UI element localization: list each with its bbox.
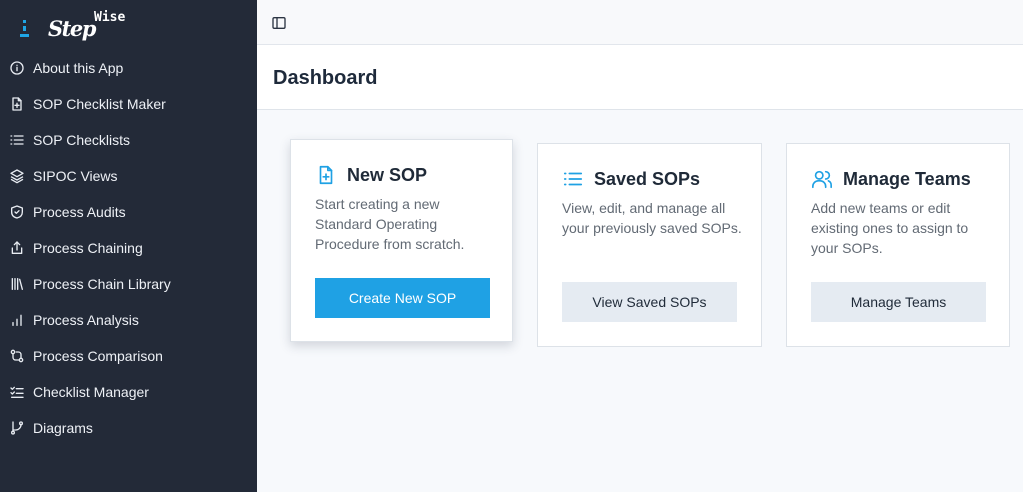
list-icon [562,168,584,190]
sidebar-item-label: Diagrams [33,420,93,436]
sidebar-item-label: SOP Checklist Maker [33,96,166,112]
users-icon [811,168,833,190]
file-plus-icon [9,96,25,112]
page-title: Dashboard [273,67,378,89]
sidebar-item-process-audits[interactable]: Process Audits [0,194,257,230]
sidebar-item-process-comparison[interactable]: Process Comparison [0,338,257,374]
git-branch-icon [9,420,25,436]
card-description: Start creating a new Standard Operating … [315,196,465,252]
share-icon [9,240,25,256]
sidebar-item-about[interactable]: About this App [0,50,257,86]
sidebar-item-diagrams[interactable]: Diagrams [0,410,257,446]
list-icon [9,132,25,148]
page-header: Dashboard [257,45,1023,110]
create-new-sop-button[interactable]: Create New SOP [315,278,490,318]
manage-teams-card[interactable]: Manage Teams Add new teams or edit exist… [786,143,1010,347]
sidebar-item-checklist-manager[interactable]: Checklist Manager [0,374,257,410]
sidebar-item-label: Process Comparison [33,348,163,364]
list-checks-icon [9,384,25,400]
card-header: New SOP [315,164,427,186]
shield-check-icon [9,204,25,220]
sidebar: Step Wise About this App SOP Checklist M… [0,0,257,492]
card-title: Saved SOPs [594,168,701,189]
sidebar-nav: About this App SOP Checklist Maker SOP C… [0,50,257,446]
sidebar-item-sop-checklists[interactable]: SOP Checklists [0,122,257,158]
stairs-icon [20,20,30,44]
sidebar-item-process-chain-library[interactable]: Process Chain Library [0,266,257,302]
card-header: Saved SOPs [562,168,700,190]
main-content: New SOP Start creating a new Standard Op… [257,110,1023,492]
sidebar-toggle-icon[interactable] [271,15,287,31]
manage-teams-button[interactable]: Manage Teams [811,282,986,322]
card-header: Manage Teams [811,168,971,190]
sidebar-item-label: Process Analysis [33,312,139,328]
sidebar-item-label: About this App [33,60,124,76]
sidebar-item-sipoc-views[interactable]: SIPOC Views [0,158,257,194]
info-icon [9,60,25,76]
card-title: New SOP [347,164,428,185]
library-icon [9,276,25,292]
sidebar-item-label: SIPOC Views [33,168,118,184]
sidebar-item-process-chaining[interactable]: Process Chaining [0,230,257,266]
card-description: Add new teams or edit existing ones to a… [811,200,969,256]
sidebar-item-label: Process Chain Library [33,276,171,292]
file-plus-icon [315,164,337,186]
saved-sops-card[interactable]: Saved SOPs View, edit, and manage all yo… [537,143,762,347]
sidebar-item-label: Process Chaining [33,240,143,256]
top-bar [257,0,1023,45]
sidebar-item-label: SOP Checklists [33,132,130,148]
new-sop-card[interactable]: New SOP Start creating a new Standard Op… [290,139,513,342]
logo-text: Step [48,16,96,41]
sidebar-item-label: Checklist Manager [33,384,149,400]
sidebar-item-process-analysis[interactable]: Process Analysis [0,302,257,338]
sidebar-item-label: Process Audits [33,204,126,220]
card-title: Manage Teams [843,168,971,189]
card-description: View, edit, and manage all your previous… [562,200,742,236]
layers-icon [9,168,25,184]
sidebar-item-sop-checklist-maker[interactable]: SOP Checklist Maker [0,86,257,122]
view-saved-sops-button[interactable]: View Saved SOPs [562,282,737,322]
logo-superscript: Wise [94,10,126,25]
bar-chart-icon [9,312,25,328]
git-compare-icon [9,348,25,364]
